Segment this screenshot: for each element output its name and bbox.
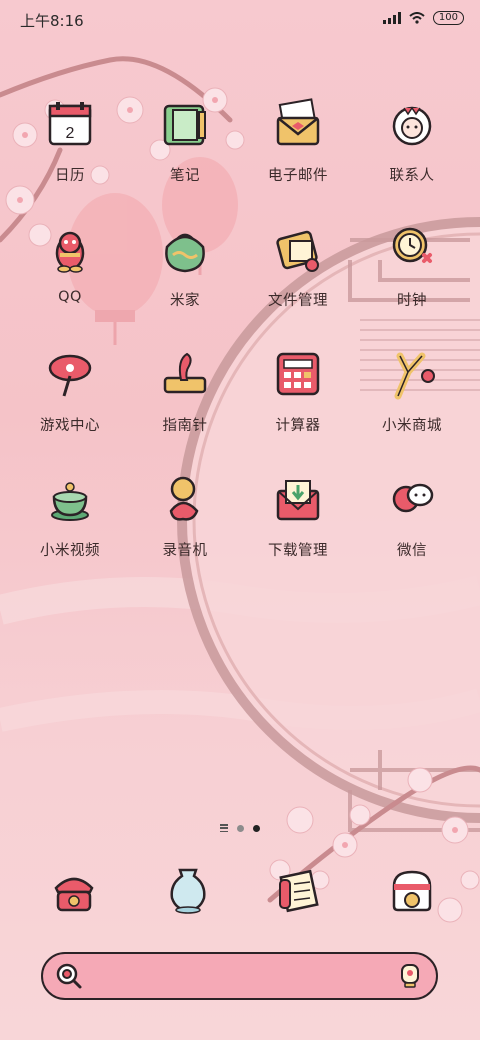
- email-icon: [276, 98, 320, 146]
- app-calculator[interactable]: 计算器: [246, 346, 350, 454]
- notes-icon: [163, 104, 206, 146]
- recorder-icon: [169, 476, 199, 521]
- dock-phone[interactable]: [22, 862, 126, 926]
- file-manager-icon: [276, 230, 319, 272]
- app-wechat[interactable]: 微信: [360, 471, 464, 579]
- dock-browser[interactable]: [248, 862, 352, 926]
- app-label: 计算器: [275, 418, 321, 434]
- camera-icon: [392, 870, 432, 912]
- app-qq[interactable]: QQ: [18, 221, 122, 329]
- app-label: 小米商城: [382, 418, 442, 434]
- signal-icon: [382, 12, 401, 24]
- calculator-icon: [276, 352, 320, 396]
- app-clock[interactable]: 时钟: [360, 221, 464, 329]
- svg-text:2: 2: [66, 125, 75, 142]
- search-icon: [56, 963, 82, 989]
- app-label: 微信: [397, 543, 427, 559]
- app-label: 游戏中心: [40, 418, 100, 434]
- dock-messages[interactable]: [136, 862, 240, 926]
- app-game-center[interactable]: 游戏中心: [18, 346, 122, 454]
- app-contacts[interactable]: 联系人: [360, 96, 464, 204]
- download-manager-icon: [276, 480, 320, 521]
- voice-search-icon[interactable]: [398, 963, 422, 989]
- dock-camera[interactable]: [360, 862, 464, 926]
- app-label: 小米视频: [40, 543, 100, 559]
- clock-icon: [392, 227, 432, 263]
- app-email[interactable]: 电子邮件: [246, 96, 350, 204]
- app-recorder[interactable]: 录音机: [133, 471, 237, 579]
- app-download-manager[interactable]: 下载管理: [246, 471, 350, 579]
- app-label: 时钟: [397, 293, 427, 309]
- page-dot[interactable]: [237, 824, 244, 832]
- mi-video-icon: [51, 482, 89, 521]
- app-label: QQ: [58, 289, 82, 305]
- app-mijia[interactable]: 米家: [133, 221, 237, 329]
- app-label: 文件管理: [268, 293, 328, 309]
- app-label: 联系人: [389, 168, 435, 184]
- battery-indicator: 100: [432, 11, 464, 25]
- page-dot-active[interactable]: [253, 824, 260, 832]
- wifi-icon: [409, 12, 425, 24]
- app-label: 电子邮件: [268, 168, 328, 184]
- app-label: 下载管理: [268, 543, 328, 559]
- app-calendar[interactable]: 2 日历: [18, 96, 122, 204]
- compass-icon: [163, 352, 207, 394]
- app-label: 日历: [55, 168, 85, 184]
- mi-store-icon: [394, 352, 435, 400]
- app-compass[interactable]: 指南针: [133, 346, 237, 454]
- game-center-icon: [48, 354, 92, 397]
- status-time: 上午8:16: [20, 12, 84, 30]
- messages-icon: [170, 868, 206, 914]
- page-indicator[interactable]: [0, 824, 480, 832]
- wechat-icon: [392, 483, 434, 513]
- calendar-icon: 2: [48, 102, 92, 146]
- app-mi-store[interactable]: 小米商城: [360, 346, 464, 454]
- search-bar[interactable]: [41, 952, 438, 1000]
- app-label: 指南针: [162, 418, 208, 434]
- phone-icon: [54, 877, 94, 912]
- app-notes[interactable]: 笔记: [133, 96, 237, 204]
- app-file-manager[interactable]: 文件管理: [246, 221, 350, 329]
- contacts-icon: [392, 106, 432, 146]
- app-label: 米家: [170, 293, 200, 309]
- mijia-icon: [165, 233, 205, 273]
- browser-icon: [279, 869, 319, 913]
- app-label: 笔记: [170, 168, 200, 184]
- status-bar: 上午8:16 100: [0, 0, 480, 40]
- qq-icon: [55, 231, 85, 273]
- app-mi-video[interactable]: 小米视频: [18, 471, 122, 579]
- feed-page-icon[interactable]: [220, 824, 228, 832]
- app-label: 录音机: [162, 543, 208, 559]
